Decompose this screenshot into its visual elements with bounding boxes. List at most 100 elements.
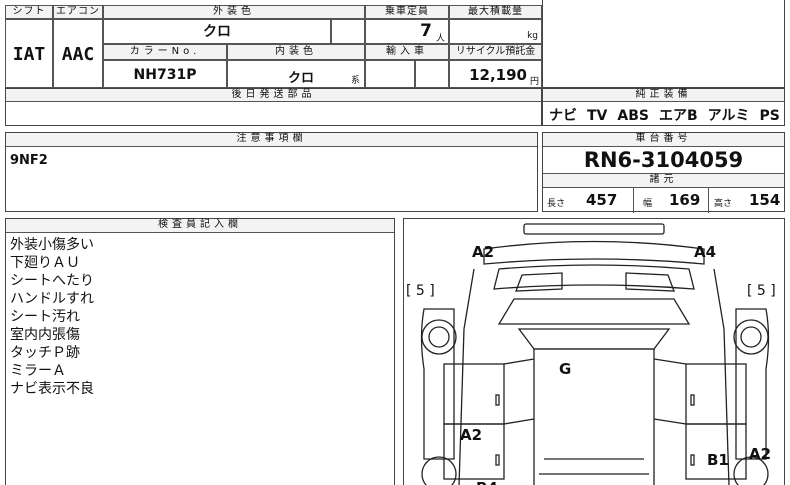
aircon-value: AAC [53,19,103,88]
car-diagram [420,223,770,485]
rear-window-lines [539,458,649,475]
import-cell-b [415,60,449,88]
left-front-door [443,363,505,425]
interior-color-value: クロ [288,71,315,86]
right-front-wheel [733,319,769,355]
spec-row: 長さ 457 幅 169 高さ 154 [543,188,784,213]
interior-color-cell: クロ 系 [227,60,365,88]
mark-right-side: [ 5 ] [747,283,776,299]
equip-airbag: エアB [658,108,698,124]
inspector-lines: 外装小傷多い 下廻りＡＵ シートへたり ハンドルすれ シート汚れ 室内内張傷 タ… [6,233,394,398]
left-front-handle [495,394,500,406]
mark-front-left: A2 [472,243,495,261]
right-front-handle [690,394,695,406]
exterior-color-text: クロ [203,24,231,40]
windshield-shape [497,298,691,325]
front-bumper-shape [523,223,665,235]
max-load-unit: kg [527,31,538,41]
capacity-header: 乗車定員 [365,5,449,19]
spec-divider-2 [708,188,709,213]
spec-divider-1 [633,188,634,213]
notes-header: 注意事項欄 [6,133,537,147]
equip-tv: TV [587,108,608,124]
max-load-cell: kg [449,19,542,44]
mark-right-rear: A2 [749,445,772,463]
roof-pillar-right [653,358,687,425]
roof-shape [533,348,655,485]
equip-alloy: アルミ [707,108,750,124]
inspector-line: シート汚れ [10,309,80,325]
body-left-outline [458,268,475,485]
length-label: 長さ [547,199,566,209]
right-upper-box [542,0,785,88]
left-front-wheel [421,319,457,355]
length-value: 457 [586,191,618,209]
right-front-wheel-inner [740,326,762,348]
hood-shape [483,240,705,265]
import-header: 輸入車 [365,44,449,60]
width-label: 幅 [643,199,653,209]
inspector-line: ナビ表示不良 [10,381,94,397]
inspector-line: ミラーＡ [10,363,66,379]
import-cell-a [365,60,415,88]
equip-navi: ナビ [549,108,577,124]
color-no-header: カラーNo. [103,44,227,60]
exterior-color-header: 外装色 [103,5,365,19]
mark-rear-mid: B1 [707,451,729,469]
right-rear-handle [690,454,695,466]
chassis-number: RN6-3104059 [543,147,784,174]
inspector-line: 外装小傷多い [10,237,94,253]
capacity-unit: 人 [435,34,445,44]
recycle-cell: 12,190 円 [449,60,542,88]
inspector-line: タッチＰ跡 [10,345,80,361]
mark-bottom-left: B4 [476,479,498,485]
inspector-section: 検査員記入欄 外装小傷多い 下廻りＡＵ シートへたり ハンドルすれ シート汚れ … [5,218,395,485]
mark-roof: G [559,360,572,378]
chassis-header: 車台番号 [543,133,784,147]
inspector-line: 室内内張傷 [10,327,80,343]
aircon-header: エアコン [53,5,103,19]
shift-value: IAT [5,19,53,88]
inspector-line: 下廻りＡＵ [10,255,80,271]
mark-left-rear: A2 [460,426,483,444]
right-side-panel [735,308,770,460]
after-shipping-header: 後日発送部品 [6,89,541,102]
notes-section: 注意事項欄 9NF2 [5,132,538,212]
after-shipping-section: 後日発送部品 [5,88,542,126]
inspector-line: ハンドルすれ [10,291,94,307]
chassis-section: 車台番号 RN6-3104059 諸元 長さ 457 幅 169 高さ 154 [542,132,785,213]
equipment-list: ナビTVABSエアBアルミPSPW [543,102,790,125]
interior-color-header: 内装色 [227,44,365,60]
spec-header: 諸元 [543,174,784,188]
max-load-header: 最大積載量 [449,5,542,19]
roof-top-shape [517,328,671,350]
capacity-cell: 7 人 [365,19,449,44]
recycle-unit: 円 [529,77,539,87]
shift-header: シフト [5,5,53,19]
roof-pillar-left [503,358,535,425]
inspector-header: 検査員記入欄 [6,219,394,233]
height-value: 154 [749,191,781,209]
interior-color-suffix: 系 [350,76,360,86]
right-front-door [685,363,747,425]
left-rear-wheel [421,456,457,485]
notes-value: 9NF2 [10,153,48,168]
car-diagram-section: A2 A4 [ 5 ] [ 5 ] G A2 B1 A2 B4 [403,218,785,485]
exterior-color-extra [331,19,365,44]
height-label: 高さ [714,199,733,209]
vehicle-info-table: シフト エアコン IAT AAC 外装色 クロ 乗車定員 7 人 最大積載量 k… [5,0,542,88]
recycle-value: 12,190 [469,66,527,84]
left-rear-handle [495,454,500,466]
color-no-value: NH731P [103,60,227,88]
mark-left-side: [ 5 ] [406,283,435,299]
capacity-value: 7 [420,21,432,41]
recycle-header: リサイクル預託金 [449,44,542,60]
mark-front-right: A4 [694,243,717,261]
width-value: 169 [669,191,701,209]
left-side-panel [420,308,455,460]
inspector-line: シートへたり [10,273,94,289]
windshield-right-shape [625,272,675,292]
windshield-left-shape [515,272,563,292]
left-front-wheel-inner [428,326,450,348]
exterior-color-value: クロ [103,19,331,44]
